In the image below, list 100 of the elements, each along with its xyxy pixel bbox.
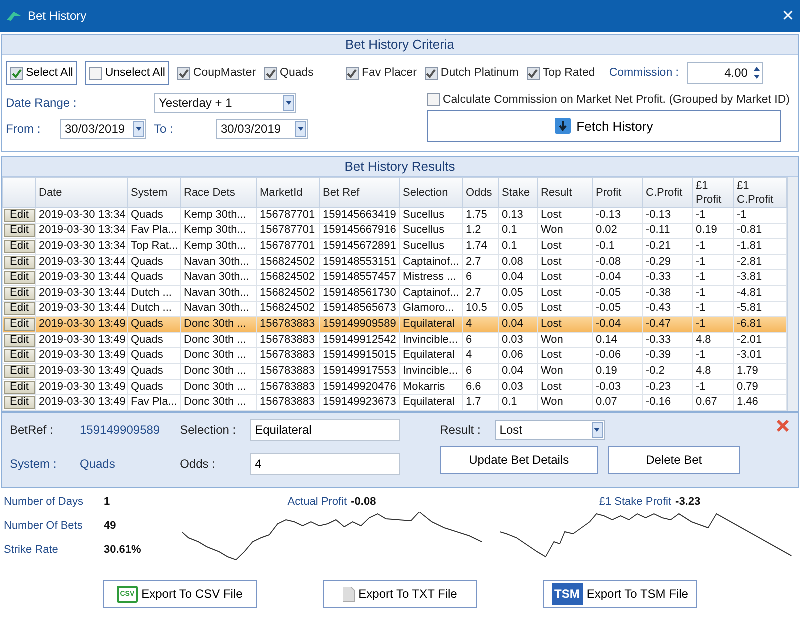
- checkbox[interactable]: [526, 66, 540, 80]
- checkmark-icon: [347, 68, 358, 78]
- checkbox[interactable]: [424, 66, 438, 80]
- system-value: Quads: [80, 457, 116, 471]
- column-header[interactable]: Selection: [400, 178, 462, 208]
- column-header[interactable]: Stake: [498, 178, 538, 208]
- edit-button[interactable]: Edit: [4, 396, 34, 410]
- table-row[interactable]: Edit 2019-03-30 13:34 Quads Kemp 30th... 156787701 159145663419 Sucellus 1.75 0.13 Lost -0.13 -0.13 -1 -1: [2, 208, 786, 224]
- stat-label: Number Of Bets: [4, 520, 84, 532]
- odds-field[interactable]: 4: [250, 453, 400, 475]
- table-cell: 4: [462, 316, 498, 332]
- download-icon: [554, 118, 571, 134]
- column-header[interactable]: Odds: [462, 178, 498, 208]
- checkbox[interactable]: [264, 66, 278, 80]
- edit-button[interactable]: Edit: [4, 334, 34, 347]
- table-cell: Lost: [538, 208, 592, 224]
- column-header[interactable]: System: [128, 178, 180, 208]
- date-range-dropdown[interactable]: Yesterday + 1: [154, 93, 296, 113]
- table-cell: -1: [692, 238, 734, 254]
- table-cell: 2019-03-30 13:49: [36, 394, 128, 410]
- edit-button[interactable]: Edit: [4, 302, 34, 316]
- table-cell: 156783883: [256, 394, 320, 410]
- column-header[interactable]: Bet Ref: [320, 178, 400, 208]
- column-header[interactable]: £1 Profit: [692, 178, 734, 208]
- checkbox[interactable]: [426, 93, 440, 106]
- table-cell: Donc 30th ...: [180, 394, 256, 410]
- table-cell: Top Rat...: [128, 238, 180, 254]
- table-cell: Lost: [538, 286, 592, 302]
- column-header[interactable]: Date: [36, 178, 128, 208]
- edit-button[interactable]: Edit: [4, 256, 34, 269]
- column-header[interactable]: MarketId: [256, 178, 320, 208]
- chart-value: -0.08: [351, 496, 376, 508]
- table-cell: -1: [692, 208, 734, 224]
- edit-button[interactable]: Edit: [4, 240, 34, 254]
- table-cell: -0.2: [642, 364, 692, 380]
- delete-bet-button[interactable]: Delete Bet: [608, 446, 740, 474]
- calc-commission-label: Calculate Commission on Market Net Profit. (Grouped by Market ID): [442, 94, 790, 106]
- table-cell: Equilateral: [400, 394, 462, 410]
- checkbox[interactable]: [177, 66, 190, 80]
- stat-value: 49: [104, 520, 118, 532]
- table-cell: Sucellus: [400, 208, 462, 224]
- system-label: Quads: [280, 67, 314, 79]
- fetch-history-button[interactable]: Fetch History: [426, 110, 781, 142]
- update-bet-button[interactable]: Update Bet Details: [440, 446, 598, 474]
- checkbox[interactable]: [346, 66, 359, 80]
- edit-button[interactable]: Edit: [4, 224, 34, 238]
- edit-button[interactable]: Edit: [4, 271, 34, 284]
- column-header[interactable]: C.Profit: [642, 178, 692, 208]
- from-date-picker[interactable]: 30/03/2019: [60, 119, 146, 139]
- checkbox[interactable]: [89, 66, 102, 80]
- column-header: [2, 178, 36, 208]
- result-dropdown[interactable]: Lost: [494, 420, 605, 440]
- betref-value: 159149909589: [80, 423, 160, 437]
- edit-button[interactable]: Edit: [4, 380, 34, 394]
- table-row[interactable]: Edit 2019-03-30 13:49 Quads Donc 30th ... 156783883 159149917553 Invincible... 6 0.04 Won 0.19 -0.2 4.8 1.79: [2, 364, 786, 380]
- table-cell: Captainof...: [400, 286, 462, 302]
- table-row[interactable]: Edit 2019-03-30 13:49 Quads Donc 30th ... 156783883 159149912542 Invincible... 6 0.03 Won 0.14 -0.33 4.8 -2.01: [2, 332, 786, 348]
- tsm-icon: TSM: [552, 583, 583, 605]
- column-header[interactable]: Race Dets: [180, 178, 256, 208]
- select-toggle-button[interactable]: Unselect All: [85, 61, 170, 85]
- export-button[interactable]: TSM Export To TSM File: [543, 580, 697, 608]
- table-cell: 159145663419: [320, 208, 400, 224]
- button-label: Select All: [26, 67, 74, 79]
- table-row[interactable]: Edit 2019-03-30 13:49 Quads Donc 30th ... 156783883 159149920476 Mokarris 6.6 0.03 Lost -0.03 -0.23 -1 0.79: [2, 379, 786, 395]
- commission-field[interactable]: 4.00: [686, 62, 763, 84]
- table-cell: Won: [538, 394, 592, 410]
- table-cell: Sucellus: [400, 238, 462, 254]
- system-label: Fav Placer: [362, 67, 417, 79]
- table-row[interactable]: Edit 2019-03-30 13:44 Dutch ... Navan 30th... 156824502 159148565673 Glamoro... 10.5 0.05 Lost -0.05 -0.43 -1 -5.81: [2, 301, 786, 317]
- table-row[interactable]: Edit 2019-03-30 13:34 Top Rat... Kemp 30th... 156787701 159145672891 Sucellus 1.74 0.1 Lost -0.1 -0.21 -1 -1.81: [2, 238, 786, 254]
- criteria-header: Bet History Criteria: [2, 35, 798, 55]
- column-header[interactable]: Result: [538, 178, 592, 208]
- table-cell: Invincible...: [400, 364, 462, 380]
- table-row[interactable]: Edit 2019-03-30 13:49 Quads Donc 30th ... 156783883 159149915015 Equilateral 4 0.06 Lost -0.06 -0.39 -1 -3.01: [2, 348, 786, 364]
- export-button[interactable]: Export To TXT File: [323, 580, 477, 608]
- edit-button[interactable]: Edit: [4, 208, 34, 222]
- table-row[interactable]: Edit 2019-03-30 13:44 Quads Navan 30th... 156824502 159148553151 Captainof... 2.7 0.08 Lost -0.08 -0.29 -1 -2.81: [2, 254, 786, 270]
- table-cell: Equilateral: [400, 316, 462, 332]
- table-row[interactable]: Edit 2019-03-30 13:49 Quads Donc 30th ... 156783883 159149909589 Equilateral 4 0.04 Lost -0.04 -0.47 -1 -6.81: [2, 316, 786, 332]
- table-cell: 159148561730: [320, 286, 400, 302]
- edit-button[interactable]: Edit: [4, 286, 34, 300]
- table-cell: Lost: [538, 316, 592, 332]
- column-header[interactable]: £1 C.Profit: [734, 178, 786, 208]
- to-date-picker[interactable]: 30/03/2019: [216, 119, 308, 139]
- table-cell: 159149923673: [320, 394, 400, 410]
- table-row[interactable]: Edit 2019-03-30 13:44 Dutch ... Navan 30th... 156824502 159148561730 Captainof... 2.7 0.05 Lost -0.05 -0.38 -1 -4.81: [2, 286, 786, 302]
- table-cell: 2019-03-30 13:34: [36, 208, 128, 224]
- column-header[interactable]: Profit: [592, 178, 642, 208]
- table-row[interactable]: Edit 2019-03-30 13:34 Fav Pla... Kemp 30th... 156787701 159145667916 Sucellus 1.2 0.1 Won 0.02 -0.11 0.19 -0.81: [2, 223, 786, 239]
- checkbox[interactable]: [10, 66, 23, 80]
- scrollbar[interactable]: [787, 177, 798, 411]
- table-cell: 159149917553: [320, 364, 400, 380]
- edit-button[interactable]: Edit: [4, 318, 34, 332]
- table-row[interactable]: Edit 2019-03-30 13:44 Quads Navan 30th... 156824502 159148557457 Mistress ... 6 0.04 Lost -0.04 -0.33 -1 -3.81: [2, 270, 786, 286]
- edit-button[interactable]: Edit: [4, 349, 34, 362]
- select-toggle-button[interactable]: Select All: [6, 61, 78, 85]
- close-button[interactable]: ×: [782, 4, 794, 28]
- selection-field[interactable]: Equilateral: [250, 419, 400, 441]
- table-row[interactable]: Edit 2019-03-30 13:49 Fav Pla... Donc 30th ... 156783883 159149923673 Equilateral 1.7 0.1 Won 0.07 -0.16 0.67 1.46: [2, 394, 786, 410]
- edit-button[interactable]: Edit: [4, 364, 34, 378]
